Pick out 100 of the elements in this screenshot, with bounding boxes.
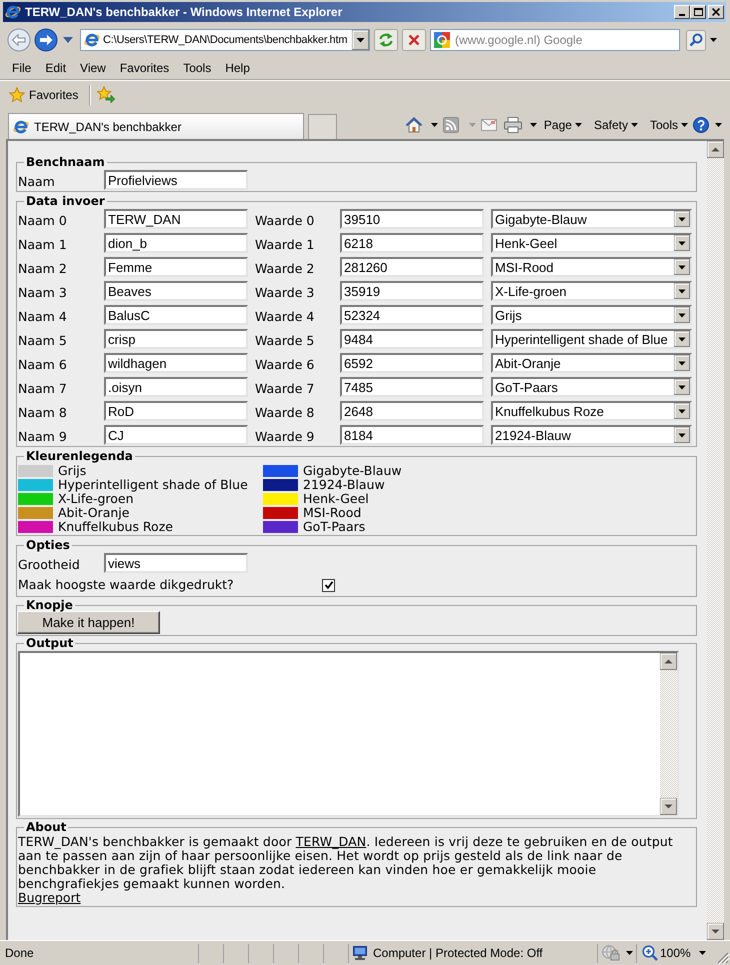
- caret-icon: [681, 122, 688, 126]
- name-input[interactable]: Femme: [104, 257, 248, 277]
- name-input[interactable]: dion_b: [104, 233, 248, 253]
- feed-icon[interactable]: [442, 116, 459, 132]
- address-field[interactable]: C:\Users\TERW_DAN\Documents\benchbakker.htm: [80, 29, 370, 51]
- quantity-input[interactable]: views: [104, 553, 248, 573]
- dropdown-arrow-icon[interactable]: [674, 403, 690, 419]
- browser-tab[interactable]: TERW_DAN's benchbakker: [8, 113, 304, 139]
- scroll-down-arrow-icon[interactable]: [707, 923, 724, 940]
- name-input[interactable]: Beaves: [104, 281, 248, 301]
- name-input[interactable]: RoD: [104, 401, 248, 421]
- field-label: Naam 9: [18, 428, 68, 444]
- dropdown-arrow-icon[interactable]: [674, 259, 690, 275]
- zoom-button[interactable]: 100%: [636, 944, 712, 962]
- color-dropdown[interactable]: Henk-Geel: [491, 233, 692, 253]
- color-dropdown[interactable]: Hyperintelligent shade of Blue: [491, 329, 692, 349]
- field-label: Naam 3: [18, 284, 68, 300]
- caret-icon[interactable]: [710, 38, 717, 42]
- menu-item[interactable]: Help: [218, 60, 257, 74]
- name-input[interactable]: BalusC: [104, 305, 248, 325]
- dropdown-arrow-icon[interactable]: [674, 307, 690, 323]
- color-dropdown[interactable]: X-Life-groen: [491, 281, 692, 301]
- name-input[interactable]: crisp: [104, 329, 248, 349]
- color-dropdown[interactable]: GoT-Paars: [491, 377, 692, 397]
- vertical-scrollbar[interactable]: [660, 653, 677, 815]
- menu-item[interactable]: File: [5, 60, 38, 74]
- value-input[interactable]: 39510: [340, 209, 484, 229]
- caret-icon[interactable]: [699, 951, 706, 955]
- color-dropdown[interactable]: Abit-Oranje: [491, 353, 692, 373]
- value-input[interactable]: 8184: [340, 425, 484, 445]
- name-input[interactable]: wildhagen: [104, 353, 248, 373]
- zoom-icon: [642, 945, 658, 961]
- favorites-button[interactable]: Favorites: [8, 84, 80, 104]
- color-dropdown[interactable]: Knuffelkubus Roze: [491, 401, 692, 421]
- home-icon[interactable]: [404, 116, 423, 133]
- field-label: Naam: [18, 172, 56, 188]
- name-input[interactable]: TERW_DAN: [104, 209, 248, 229]
- name-input[interactable]: CJ: [104, 425, 248, 445]
- menu-item[interactable]: Favorites: [112, 60, 176, 74]
- value-input[interactable]: 2648: [340, 401, 484, 421]
- dropdown-arrow-icon[interactable]: [674, 235, 690, 251]
- legend-label: Henk-Geel: [303, 492, 369, 506]
- color-dropdown[interactable]: MSI-Rood: [491, 257, 692, 277]
- help-icon[interactable]: [693, 116, 709, 132]
- dropdown-arrow-icon[interactable]: [674, 355, 690, 371]
- caret-icon[interactable]: [715, 122, 722, 126]
- resize-grip-icon[interactable]: [715, 950, 730, 964]
- section-legend: Benchnaam: [26, 155, 105, 169]
- search-field[interactable]: (www.google.nl) Google: [430, 29, 680, 51]
- value-input[interactable]: 6218: [340, 233, 484, 253]
- color-dropdown[interactable]: Grijs: [491, 305, 692, 325]
- dropdown-arrow-icon[interactable]: [674, 211, 690, 227]
- star-icon: [9, 86, 25, 102]
- refresh-icon[interactable]: [374, 29, 398, 51]
- forward-icon[interactable]: [34, 28, 58, 52]
- mail-icon[interactable]: [480, 118, 497, 130]
- color-dropdown[interactable]: Gigabyte-Blauw: [491, 209, 692, 229]
- value-input[interactable]: 9484: [340, 329, 484, 349]
- value-input[interactable]: 52324: [340, 305, 484, 325]
- toolbar-menu-button[interactable]: Page: [540, 118, 585, 132]
- dropdown-arrow-icon[interactable]: [674, 379, 690, 395]
- menu-item[interactable]: Tools: [176, 60, 218, 74]
- caret-icon[interactable]: [430, 122, 438, 126]
- close-button[interactable]: [708, 5, 724, 19]
- search-icon[interactable]: [686, 30, 706, 50]
- minimize-button[interactable]: [674, 5, 690, 19]
- legend-label: 21924-Blauw: [303, 478, 385, 492]
- caret-icon[interactable]: [626, 951, 633, 955]
- bench-name-input[interactable]: Profielviews: [104, 170, 248, 190]
- dropdown-arrow-icon[interactable]: [674, 283, 690, 299]
- toolbar-menu-button[interactable]: Tools: [646, 118, 691, 132]
- stop-icon[interactable]: [402, 29, 426, 51]
- add-favorite-icon[interactable]: [97, 86, 116, 103]
- field-label: Waarde 0: [255, 212, 316, 228]
- dropdown-arrow-icon[interactable]: [352, 30, 369, 50]
- field-label: Naam 5: [18, 332, 68, 348]
- vertical-scrollbar[interactable]: [707, 141, 724, 940]
- scroll-up-arrow-icon[interactable]: [707, 141, 724, 158]
- menu-item[interactable]: View: [73, 60, 113, 74]
- value-input[interactable]: 6592: [340, 353, 484, 373]
- printer-icon[interactable]: [504, 116, 522, 132]
- checkbox[interactable]: [322, 578, 335, 592]
- scroll-down-arrow-icon[interactable]: [660, 798, 677, 815]
- dropdown-arrow-icon[interactable]: [674, 427, 690, 443]
- caret-icon[interactable]: [530, 122, 537, 126]
- color-dropdown[interactable]: 21924-Blauw: [491, 425, 692, 445]
- value-input[interactable]: 281260: [340, 257, 484, 277]
- checkbox-label: Maak hoogste waarde dikgedrukt?: [18, 578, 235, 592]
- scroll-up-arrow-icon[interactable]: [660, 653, 677, 670]
- name-input[interactable]: .oisyn: [104, 377, 248, 397]
- bugreport-link[interactable]: Bugreport: [18, 891, 81, 905]
- value-input[interactable]: 7485: [340, 377, 484, 397]
- value-input[interactable]: 35919: [340, 281, 484, 301]
- menu-item[interactable]: Edit: [38, 60, 74, 74]
- toolbar-menu-button[interactable]: Safety: [590, 118, 641, 132]
- maximize-button[interactable]: [690, 5, 706, 19]
- make-it-happen-button[interactable]: Make it happen!: [17, 611, 160, 634]
- author-link[interactable]: TERW_DAN: [296, 834, 366, 849]
- field-label: Waarde 4: [255, 308, 316, 324]
- dropdown-arrow-icon[interactable]: [674, 331, 690, 347]
